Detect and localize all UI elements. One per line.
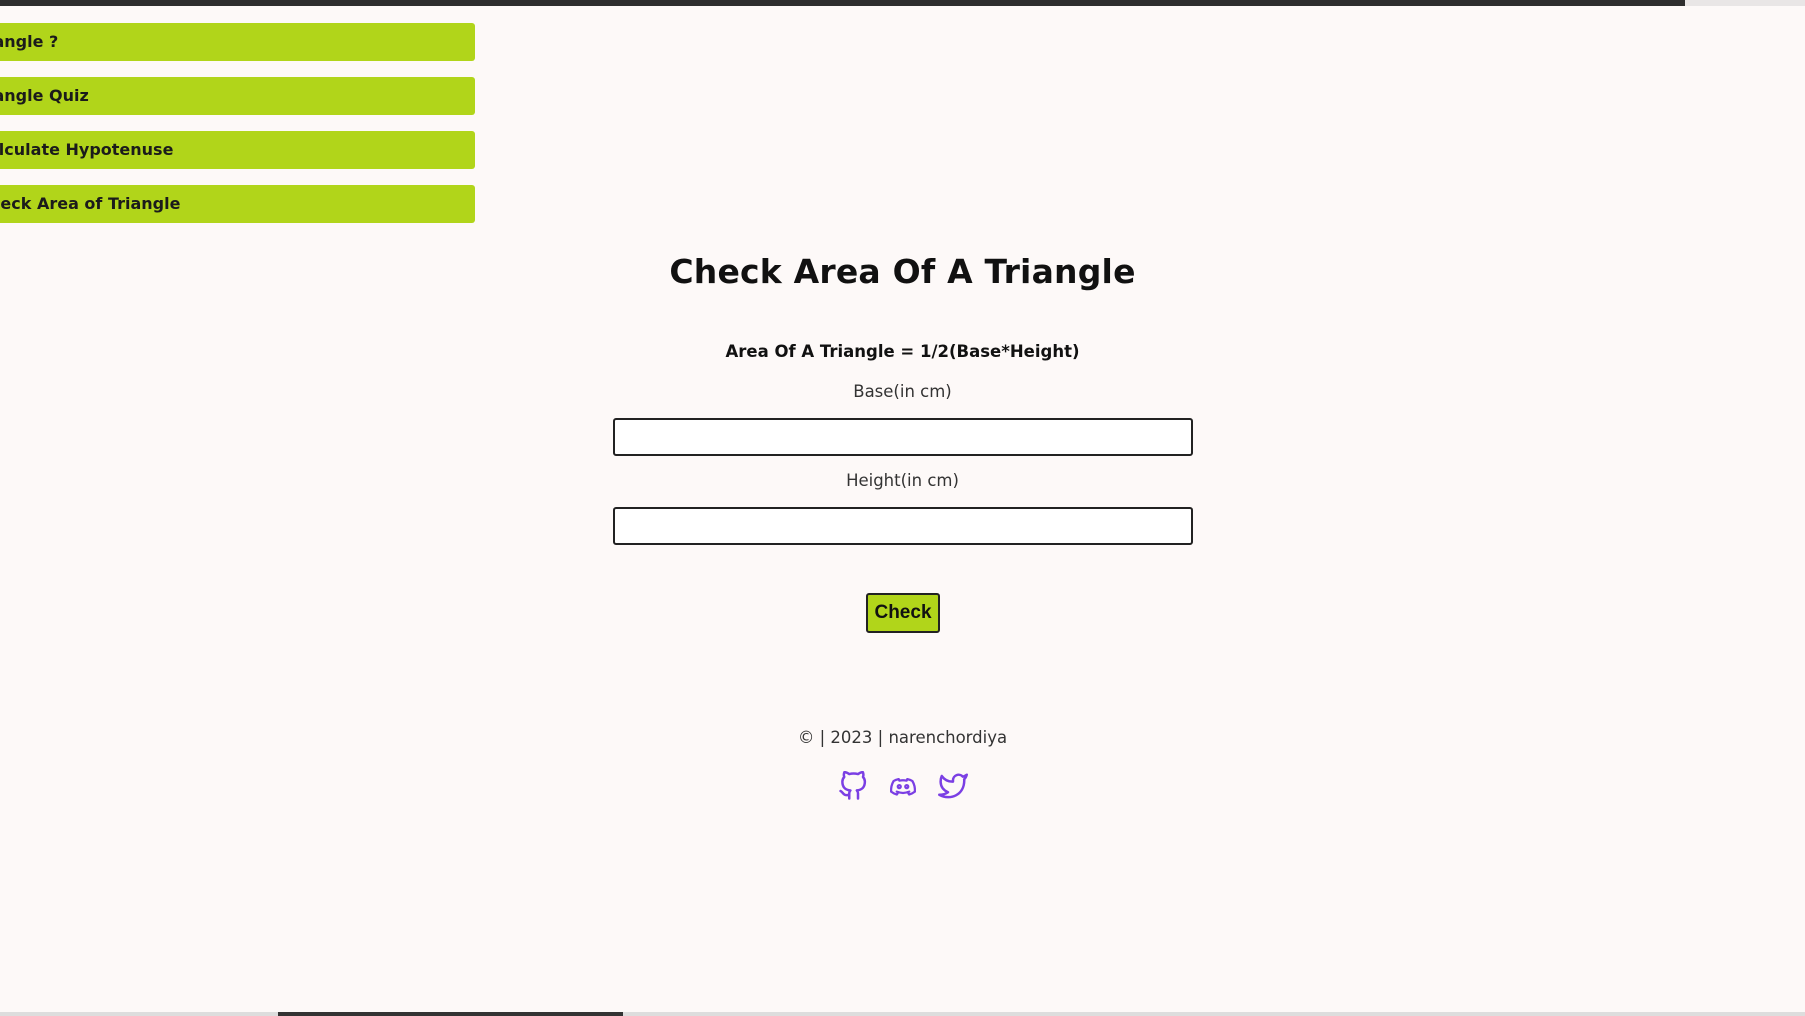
formula-text: Area Of A Triangle = 1/2(Base*Height): [725, 342, 1080, 361]
height-label: Height(in cm): [846, 471, 959, 490]
scrollbar-thumb[interactable]: [278, 1012, 623, 1016]
twitter-icon: [937, 773, 968, 799]
nav-item-triangle-quiz[interactable]: iangle Quiz: [0, 77, 475, 115]
page: iangle ? iangle Quiz alculate Hypotenuse…: [0, 0, 1805, 1016]
nav-item-label: heck Area of Triangle: [0, 194, 181, 213]
discord-icon: [889, 778, 916, 796]
discord-link[interactable]: [887, 770, 919, 802]
check-button[interactable]: Check: [866, 593, 940, 633]
footer-copyright: © | 2023 | narenchordiya: [797, 728, 1008, 747]
horizontal-scrollbar[interactable]: [0, 1012, 1805, 1016]
twitter-link[interactable]: [937, 770, 969, 802]
nav-item-label: alculate Hypotenuse: [0, 140, 174, 159]
side-nav: iangle ? iangle Quiz alculate Hypotenuse…: [0, 23, 475, 239]
base-input[interactable]: [613, 418, 1193, 456]
github-link[interactable]: [837, 770, 869, 802]
github-icon: [838, 771, 866, 800]
social-links: [0, 770, 1805, 802]
window-top-bar: [0, 0, 1805, 6]
height-input[interactable]: [613, 507, 1193, 545]
nav-item-label: iangle ?: [0, 32, 59, 51]
nav-item-calculate-hypotenuse[interactable]: alculate Hypotenuse: [0, 131, 475, 169]
page-title: Check Area Of A Triangle: [669, 252, 1136, 291]
nav-item-triangle[interactable]: iangle ?: [0, 23, 475, 61]
nav-item-check-area[interactable]: heck Area of Triangle: [0, 185, 475, 223]
nav-item-label: iangle Quiz: [0, 86, 89, 105]
base-label: Base(in cm): [853, 382, 952, 401]
